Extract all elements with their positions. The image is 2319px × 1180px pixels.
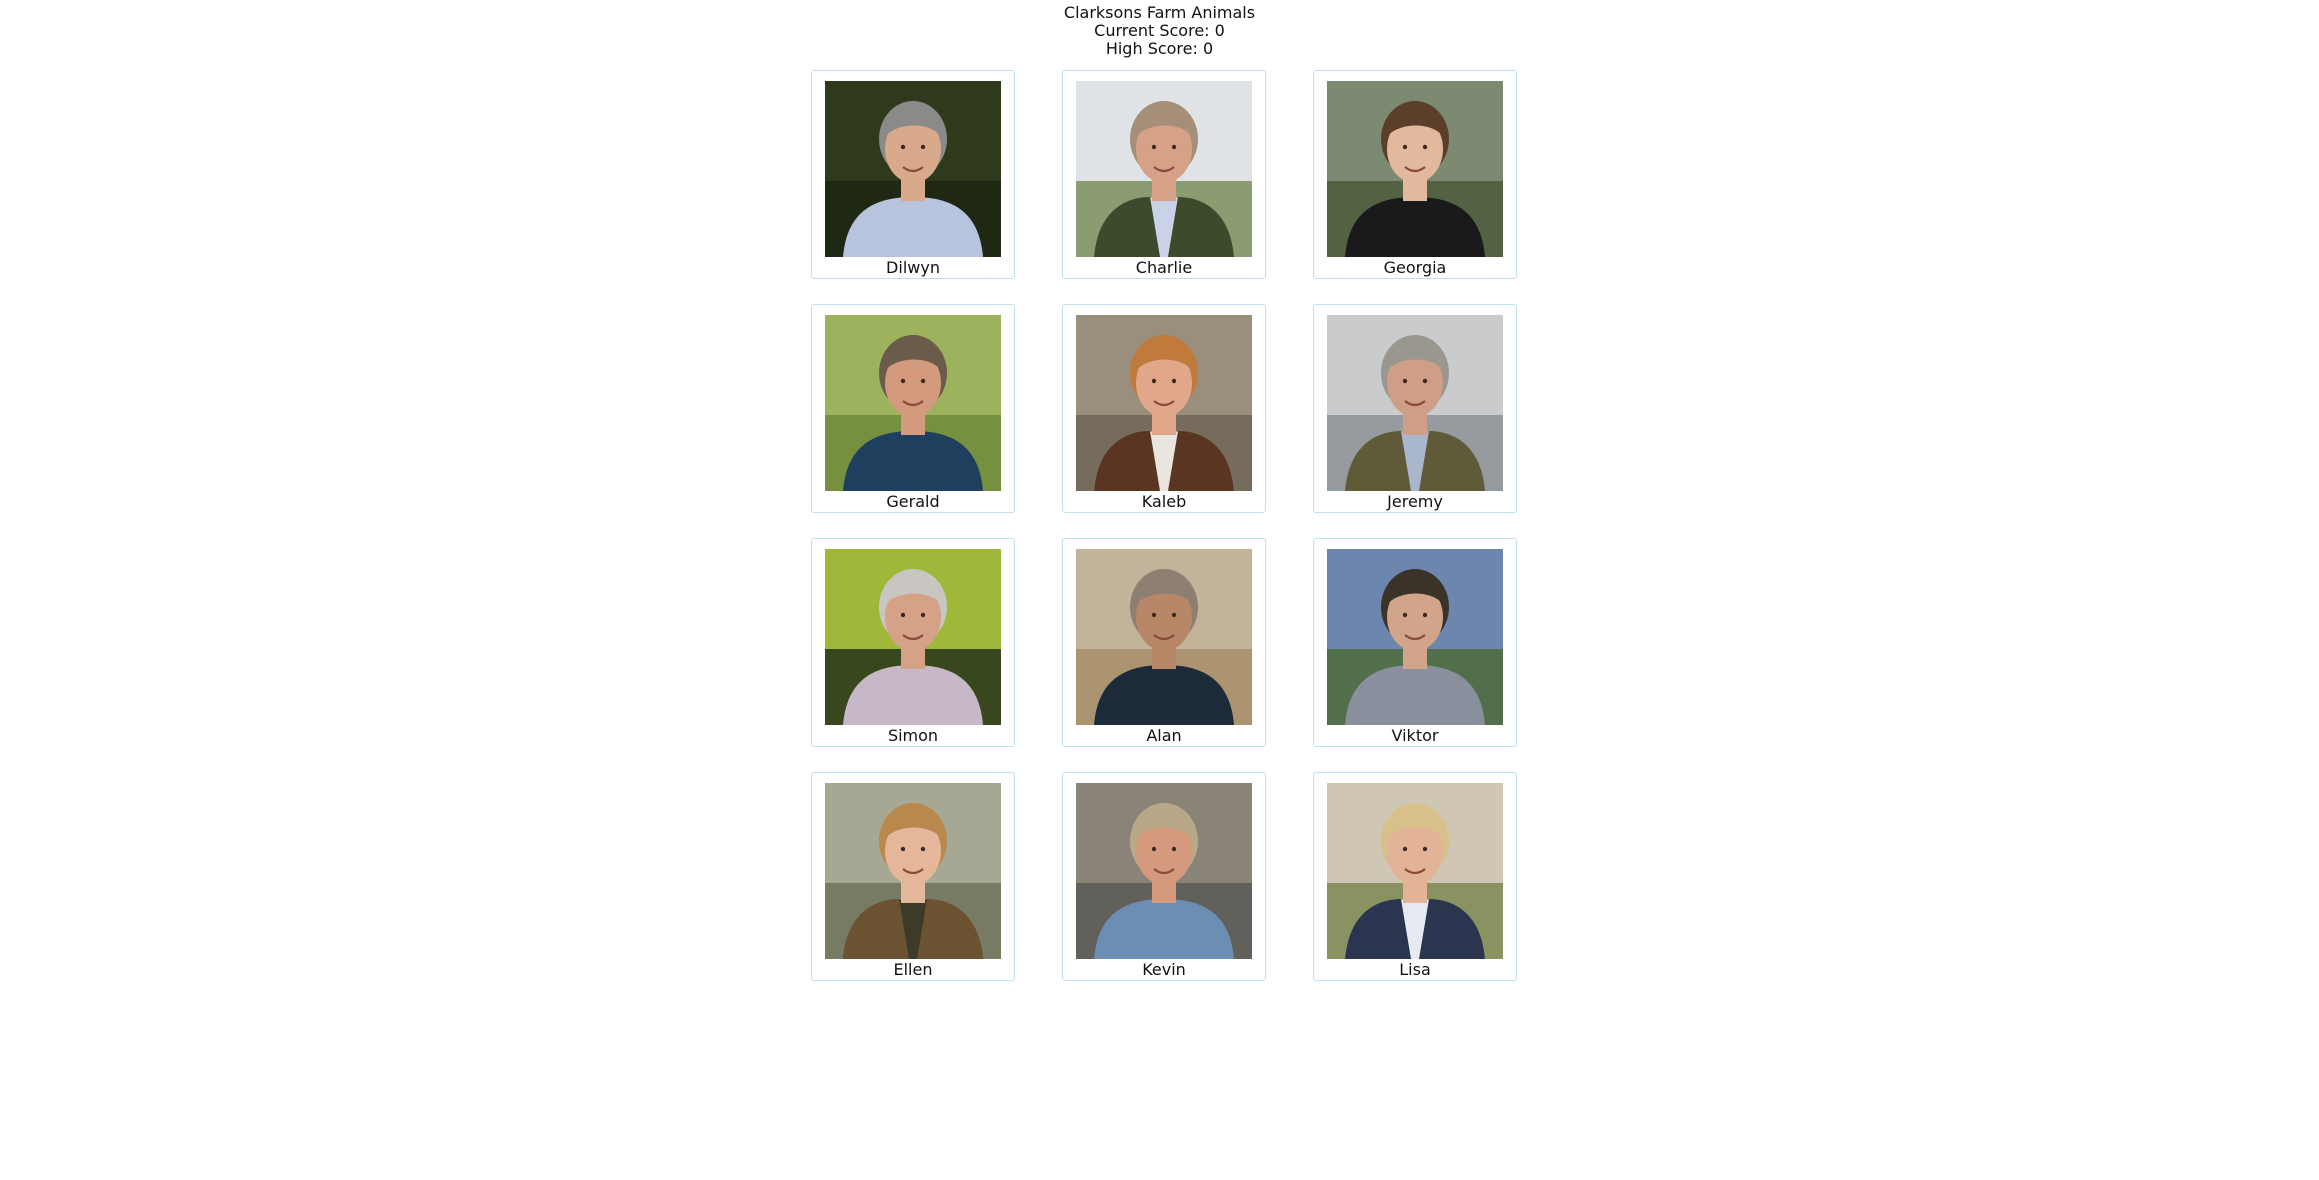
portrait-photo — [1327, 783, 1503, 959]
current-score: Current Score: 0 — [1094, 21, 1225, 40]
card-gerald[interactable]: Gerald — [811, 304, 1015, 513]
portrait-photo — [825, 783, 1001, 959]
card-name: Gerald — [886, 492, 940, 511]
portrait-photo — [1076, 783, 1252, 959]
portrait-photo — [1076, 549, 1252, 725]
card-name: Alan — [1146, 726, 1182, 745]
card-name: Kevin — [1142, 960, 1186, 979]
high-score: High Score: 0 — [1105, 39, 1214, 58]
card-lisa[interactable]: Lisa — [1313, 772, 1517, 981]
portrait-photo — [825, 549, 1001, 725]
card-name: Jeremy — [1387, 492, 1443, 511]
card-simon[interactable]: Simon — [811, 538, 1015, 747]
card-kaleb[interactable]: Kaleb — [1062, 304, 1266, 513]
card-grid: Dilwyn Charlie Georgia Gerald Kaleb Jere… — [811, 70, 1518, 981]
page-title: Clarksons Farm Animals — [1063, 3, 1256, 22]
card-georgia[interactable]: Georgia — [1313, 70, 1517, 279]
card-charlie[interactable]: Charlie — [1062, 70, 1266, 279]
card-name: Georgia — [1383, 258, 1447, 277]
card-name: Dilwyn — [886, 258, 940, 277]
card-name: Simon — [887, 726, 939, 745]
card-alan[interactable]: Alan — [1062, 538, 1266, 747]
card-jeremy[interactable]: Jeremy — [1313, 304, 1517, 513]
card-ellen[interactable]: Ellen — [811, 772, 1015, 981]
portrait-photo — [825, 315, 1001, 491]
card-name: Charlie — [1135, 258, 1193, 277]
card-name: Kaleb — [1141, 492, 1187, 511]
card-dilwyn[interactable]: Dilwyn — [811, 70, 1015, 279]
card-name: Lisa — [1399, 960, 1431, 979]
card-viktor[interactable]: Viktor — [1313, 538, 1517, 747]
card-kevin[interactable]: Kevin — [1062, 772, 1266, 981]
portrait-photo — [1076, 81, 1252, 257]
portrait-photo — [825, 81, 1001, 257]
portrait-photo — [1327, 315, 1503, 491]
card-name: Viktor — [1391, 726, 1439, 745]
portrait-photo — [1327, 81, 1503, 257]
portrait-photo — [1076, 315, 1252, 491]
portrait-photo — [1327, 549, 1503, 725]
card-name: Ellen — [893, 960, 933, 979]
score-header: Clarksons Farm Animals Current Score: 0 … — [0, 4, 2319, 58]
